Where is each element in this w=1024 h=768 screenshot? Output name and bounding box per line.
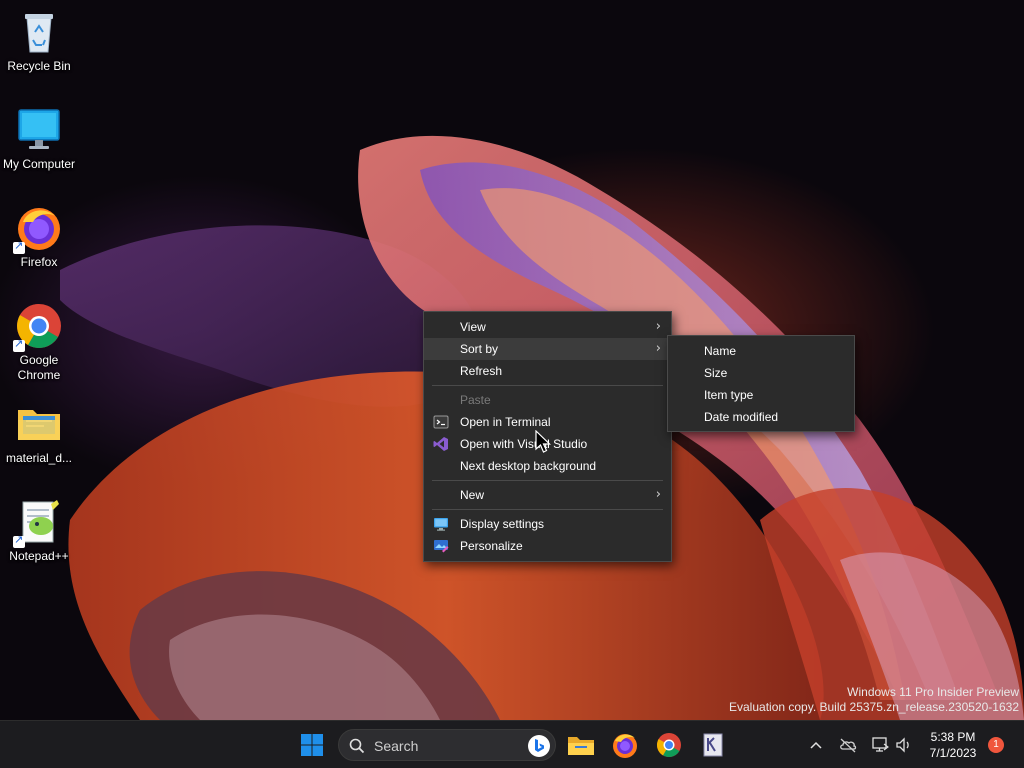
menu-item-display-settings[interactable]: Display settings xyxy=(424,513,671,535)
menu-item-new[interactable]: New › xyxy=(424,484,671,506)
sort-by-name[interactable]: Name xyxy=(668,340,854,362)
taskbar: Search 5:38 PM 7/1/2023 xyxy=(0,720,1024,768)
desktop-icon-label: Firefox xyxy=(20,255,58,269)
menu-item-label: New xyxy=(460,488,485,502)
desktop-icon-label: Notepad++ xyxy=(9,549,69,563)
bing-icon xyxy=(528,735,550,757)
editor-app-icon xyxy=(703,733,723,757)
watermark-build: Evaluation copy. Build 25375.zn_release.… xyxy=(729,700,1019,714)
personalize-icon xyxy=(433,538,449,554)
menu-item-label: Date modified xyxy=(704,410,779,424)
windows-logo-icon xyxy=(301,734,323,756)
monitor-icon xyxy=(15,106,63,154)
menu-item-label: Item type xyxy=(704,388,754,402)
menu-separator xyxy=(432,385,663,386)
display-icon xyxy=(433,516,449,532)
menu-item-view[interactable]: View › xyxy=(424,316,671,338)
menu-item-label: Sort by xyxy=(460,342,499,356)
chrome-icon xyxy=(656,733,681,758)
menu-item-next-desktop-background[interactable]: Next desktop background xyxy=(424,455,671,477)
menu-item-personalize[interactable]: Personalize xyxy=(424,535,671,557)
speaker-icon xyxy=(896,737,909,753)
watermark-edition: Windows 11 Pro Insider Preview xyxy=(847,685,1019,699)
menu-item-label: Next desktop background xyxy=(460,459,597,473)
menu-item-label: Paste xyxy=(460,393,491,407)
menu-item-refresh[interactable]: Refresh xyxy=(424,360,671,382)
menu-item-label: Name xyxy=(704,344,737,358)
network-icon xyxy=(872,737,889,752)
desktop-icon-label: Google Chrome xyxy=(17,353,61,382)
taskbar-firefox[interactable] xyxy=(609,729,641,761)
chevron-right-icon: › xyxy=(655,341,661,356)
desktop-icon-label: Recycle Bin xyxy=(7,59,71,73)
os-watermark: Windows 11 Pro Insider Preview Evaluatio… xyxy=(729,685,1019,715)
firefox-icon xyxy=(13,204,63,254)
shortcut-arrow-icon xyxy=(13,239,25,254)
sort-by-date-modified[interactable]: Date modified xyxy=(668,406,854,428)
terminal-icon xyxy=(433,414,449,430)
chrome-icon xyxy=(13,302,63,352)
menu-separator xyxy=(432,509,663,510)
network-tray-button[interactable] xyxy=(870,735,890,755)
desktop-icon-firefox[interactable]: Firefox xyxy=(0,204,78,270)
menu-item-label: Size xyxy=(704,366,728,380)
desktop-icon-recycle-bin[interactable]: Recycle Bin xyxy=(0,8,78,74)
desktop-icon-my-computer[interactable]: My Computer xyxy=(0,106,78,172)
show-hidden-icons-button[interactable] xyxy=(806,735,826,755)
desktop-icon-label: My Computer xyxy=(2,157,76,171)
chevron-right-icon: › xyxy=(655,319,661,334)
desktop-icon-material-folder[interactable]: material_d... xyxy=(0,400,78,466)
mouse-cursor-icon xyxy=(535,429,553,454)
start-button[interactable] xyxy=(296,729,328,761)
shortcut-arrow-icon xyxy=(13,533,25,548)
taskbar-app-editor[interactable] xyxy=(697,729,729,761)
menu-item-label: Display settings xyxy=(460,517,545,531)
clock-time: 5:38 PM xyxy=(930,730,976,744)
menu-item-label: Open in Terminal xyxy=(460,415,551,429)
sort-by-submenu: Name Size Item type Date modified xyxy=(667,335,855,432)
search-placeholder: Search xyxy=(374,738,419,754)
chevron-up-icon xyxy=(810,741,822,749)
menu-item-paste: Paste xyxy=(424,389,671,411)
cloud-offline-icon xyxy=(840,738,857,753)
menu-item-sort-by[interactable]: Sort by › xyxy=(424,338,671,360)
taskbar-chrome[interactable] xyxy=(653,729,685,761)
clock-date: 7/1/2023 xyxy=(929,746,977,760)
desktop-icon-google-chrome[interactable]: Google Chrome xyxy=(0,302,78,383)
notification-badge[interactable]: 1 xyxy=(988,737,1004,753)
onedrive-tray-button[interactable] xyxy=(838,735,858,755)
taskbar-search-box[interactable]: Search xyxy=(338,729,556,761)
sort-by-item-type[interactable]: Item type xyxy=(668,384,854,406)
shortcut-arrow-icon xyxy=(13,337,25,352)
menu-separator xyxy=(432,480,663,481)
desktop-icon-notepadpp[interactable]: Notepad++ xyxy=(0,498,78,564)
search-icon xyxy=(349,738,365,754)
recycle-bin-icon xyxy=(15,8,63,56)
menu-item-label: View xyxy=(460,320,486,334)
visual-studio-icon xyxy=(433,436,449,452)
chevron-right-icon: › xyxy=(655,487,661,502)
file-explorer-icon xyxy=(568,737,594,755)
taskbar-clock[interactable]: 5:38 PM 7/1/2023 xyxy=(918,729,988,761)
sort-by-size[interactable]: Size xyxy=(668,362,854,384)
menu-item-label: Refresh xyxy=(460,364,503,378)
desktop-icon-label: material_d... xyxy=(5,451,73,465)
folder-icon xyxy=(15,400,63,448)
firefox-icon xyxy=(613,734,637,758)
notepadpp-icon xyxy=(13,498,63,548)
taskbar-file-explorer[interactable] xyxy=(565,729,597,761)
volume-tray-button[interactable] xyxy=(894,735,914,755)
menu-item-label: Personalize xyxy=(460,539,523,553)
menu-item-label: Open with Visual Studio xyxy=(460,437,588,451)
